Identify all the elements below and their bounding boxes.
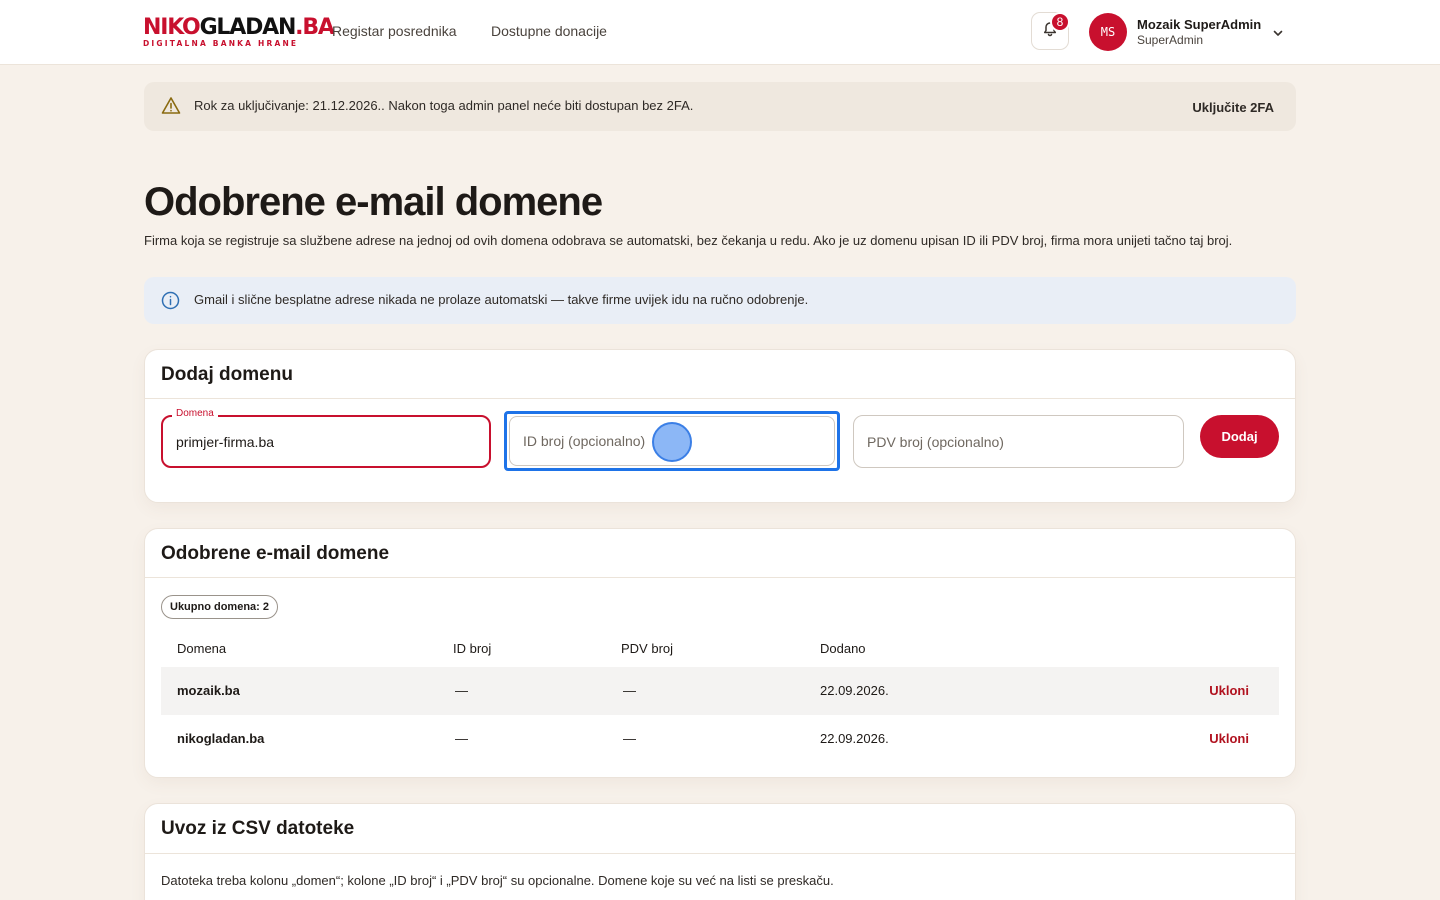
nav-link-dostupne-donacije[interactable]: Dostupne donacije	[491, 23, 607, 39]
avatar[interactable]: MS	[1089, 13, 1127, 51]
info-text: Gmail i slične besplatne adrese nikada n…	[194, 292, 809, 307]
cell-id: —	[455, 731, 468, 746]
column-header-domain[interactable]: Domena	[177, 641, 226, 656]
page-title: Odobrene e-mail domene	[144, 180, 603, 224]
column-header-added[interactable]: Dodano	[820, 641, 866, 656]
id-number-field	[504, 411, 840, 471]
notifications-badge: 8	[1050, 12, 1070, 32]
csv-import-description: Datoteka treba kolonu „domen“; kolone „I…	[161, 873, 834, 888]
cell-id: —	[455, 683, 468, 698]
id-number-field-inner	[509, 416, 835, 466]
divider	[145, 853, 1295, 854]
add-domain-title: Dodaj domenu	[161, 364, 293, 385]
info-banner: Gmail i slične besplatne adrese nikada n…	[144, 277, 1296, 324]
column-header-id[interactable]: ID broj	[453, 641, 491, 656]
divider	[145, 398, 1295, 399]
page-description: Firma koja se registruje sa službene adr…	[144, 233, 1233, 248]
nav-link-registar-posrednika[interactable]: Registar posrednika	[332, 23, 457, 39]
cell-pdv: —	[623, 731, 636, 746]
divider	[145, 577, 1295, 578]
remove-domain-button[interactable]: Ukloni	[1209, 683, 1249, 698]
cell-added: 22.09.2026.	[820, 683, 889, 698]
csv-import-card: Uvoz iz CSV datoteke Datoteka treba kolo…	[144, 803, 1296, 900]
pdv-number-input[interactable]	[854, 416, 1183, 467]
info-icon	[161, 291, 180, 315]
enable-2fa-link[interactable]: Uključite 2FA	[1192, 100, 1274, 115]
table-row: nikogladan.ba — — 22.09.2026. Ukloni	[161, 715, 1279, 763]
add-domain-button[interactable]: Dodaj	[1200, 415, 1279, 458]
logo[interactable]: NIKOGLADAN.BA DIGITALNA BANKA HRANE	[143, 15, 335, 48]
warning-icon	[161, 96, 181, 120]
column-header-pdv[interactable]: PDV broj	[621, 641, 673, 656]
user-name[interactable]: Mozaik SuperAdmin	[1137, 17, 1261, 32]
logo-tagline: DIGITALNA BANKA HRANE	[143, 39, 299, 48]
warning-text: Rok za uključivanje: 21.12.2026.. Nakon …	[194, 98, 694, 113]
cell-pdv: —	[623, 683, 636, 698]
id-number-input[interactable]	[510, 417, 834, 465]
user-role: SuperAdmin	[1137, 33, 1204, 47]
table-row: mozaik.ba — — 22.09.2026. Ukloni	[161, 667, 1279, 715]
chevron-down-icon[interactable]	[1272, 26, 1284, 44]
add-domain-card: Dodaj domenu Domena Dodaj	[144, 349, 1296, 503]
logo-wordmark: NIKOGLADAN.BA	[143, 15, 335, 40]
approved-domains-title: Odobrene e-mail domene	[161, 543, 390, 564]
domain-count-badge: Ukupno domena: 2	[161, 595, 279, 619]
pdv-number-field	[853, 415, 1184, 468]
cell-domain: mozaik.ba	[177, 683, 240, 698]
cell-added: 22.09.2026.	[820, 731, 889, 746]
remove-domain-button[interactable]: Ukloni	[1209, 731, 1249, 746]
domain-field: Domena	[161, 408, 491, 468]
cell-domain: nikogladan.ba	[177, 731, 265, 746]
twofa-warning-banner: Rok za uključivanje: 21.12.2026.. Nakon …	[144, 82, 1296, 131]
top-bar: NIKOGLADAN.BA DIGITALNA BANKA HRANE Regi…	[0, 0, 1440, 65]
csv-import-title: Uvoz iz CSV datoteke	[161, 818, 355, 839]
approved-domains-card: Odobrene e-mail domene Ukupno domena: 2 …	[144, 528, 1296, 778]
domain-input[interactable]	[163, 417, 489, 466]
